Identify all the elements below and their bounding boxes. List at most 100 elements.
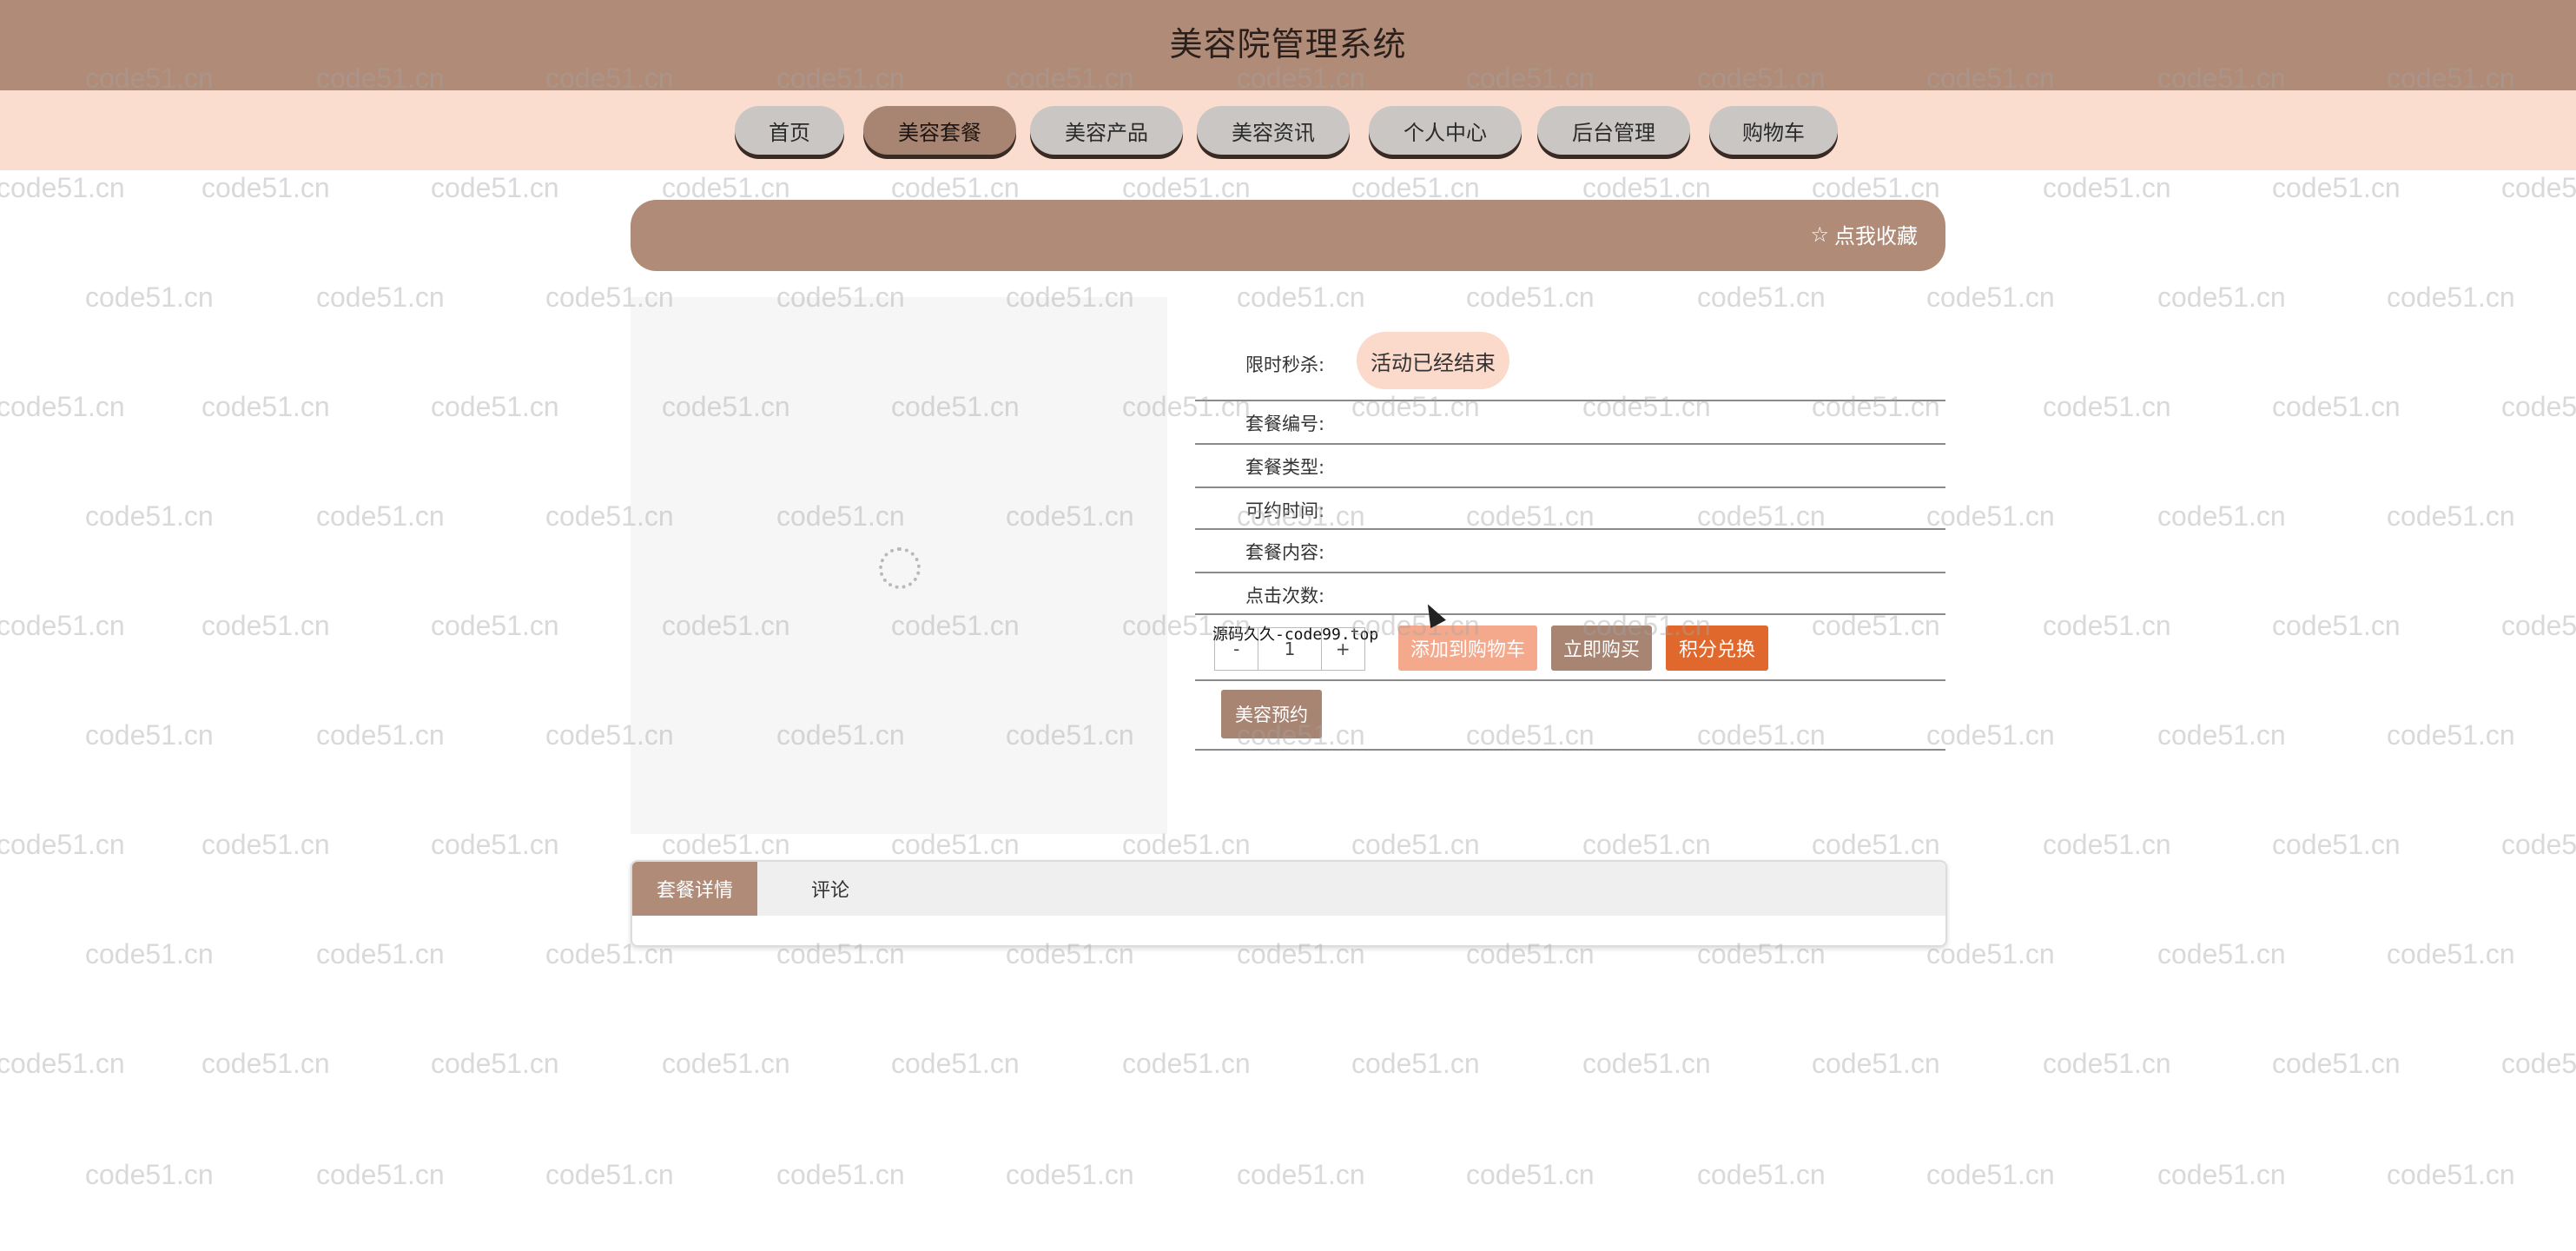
watermark: code51.cn	[316, 500, 445, 532]
watermark: code51.cn	[0, 829, 125, 860]
watermark: code51.cn	[316, 1159, 445, 1190]
watermark: code51.cn	[316, 281, 445, 313]
watermark: code51.cn	[1697, 1159, 1826, 1190]
watermark: code51.cn	[85, 500, 214, 532]
watermark: code51.cn	[85, 1159, 214, 1190]
field-label-click-count: 点击次数:	[1245, 586, 1325, 606]
site-title: 美容院管理系统	[1169, 25, 1407, 63]
watermark: code51.cn	[662, 1048, 790, 1079]
favorite-label: 点我收藏	[1834, 224, 1918, 248]
watermark: code51.cn	[1237, 281, 1365, 313]
watermark: code51.cn	[1351, 829, 1480, 860]
watermark: code51.cn	[2043, 391, 2171, 422]
watermark: code51.cn	[1351, 1048, 1480, 1079]
star-outline-icon: ☆	[1810, 222, 1829, 247]
watermark: code51.cn	[2272, 391, 2401, 422]
watermark: code51.cn	[0, 610, 125, 641]
watermark: code51.cn	[201, 391, 330, 422]
field-label-package-content: 套餐内容:	[1245, 542, 1325, 563]
watermark: code51.cn	[2501, 172, 2576, 203]
watermark: code51.cn	[2043, 610, 2171, 641]
watermark: code51.cn	[0, 172, 125, 203]
watermark: code51.cn	[85, 938, 214, 970]
watermark: code51.cn	[2157, 500, 2286, 532]
main-nav: 首页 美容套餐 美容产品 美容资讯 个人中心 后台管理 购物车	[0, 90, 2576, 170]
watermark: code51.cn	[2501, 610, 2576, 641]
watermark: code51.cn	[431, 172, 559, 203]
watermark: code51.cn	[2272, 610, 2401, 641]
detail-tabs-panel: 套餐详情 评论	[631, 860, 1947, 947]
watermark: code51.cn	[1926, 500, 2055, 532]
watermark: code51.cn	[201, 829, 330, 860]
watermark: code51.cn	[2387, 719, 2515, 751]
watermark: code51.cn	[2157, 1159, 2286, 1190]
watermark: code51.cn	[1466, 1159, 1595, 1190]
watermark: code51.cn	[2387, 281, 2515, 313]
watermark: code51.cn	[1466, 281, 1595, 313]
watermark: code51.cn	[2157, 938, 2286, 970]
buy-now-button[interactable]: 立即购买	[1551, 626, 1652, 671]
watermark: code51.cn	[431, 391, 559, 422]
watermark: code51.cn	[2501, 391, 2576, 422]
watermark: code51.cn	[201, 172, 330, 203]
watermark: code51.cn	[2387, 500, 2515, 532]
beauty-booking-button[interactable]: 美容预约	[1221, 690, 1322, 738]
field-row-available-time: 可约时间:	[1195, 488, 1945, 530]
nav-item-beauty-news[interactable]: 美容资讯	[1197, 106, 1350, 155]
flash-sale-status-badge: 活动已经结束	[1357, 332, 1509, 389]
nav-item-beauty-packages[interactable]: 美容套餐	[863, 106, 1016, 155]
watermark: code51.cn	[0, 1048, 125, 1079]
watermark: code51.cn	[2043, 172, 2171, 203]
watermark: code51.cn	[1926, 719, 2055, 751]
nav-item-personal-center[interactable]: 个人中心	[1369, 106, 1522, 155]
watermark: code51.cn	[1926, 281, 2055, 313]
nav-item-beauty-products[interactable]: 美容产品	[1030, 106, 1183, 155]
field-row-package-content: 套餐内容:	[1195, 530, 1945, 573]
add-to-cart-button[interactable]: 添加到购物车	[1398, 626, 1537, 671]
watermark: code51.cn	[316, 719, 445, 751]
field-row-package-type: 套餐类型:	[1195, 445, 1945, 488]
points-redeem-button[interactable]: 积分兑换	[1666, 626, 1768, 671]
watermark: code51.cn	[85, 719, 214, 751]
watermark: code51.cn	[2501, 829, 2576, 860]
watermark: code51.cn	[2272, 172, 2401, 203]
watermark: code51.cn	[1697, 281, 1826, 313]
watermark: code51.cn	[776, 1159, 905, 1190]
field-row-package-no: 套餐编号:	[1195, 401, 1945, 445]
field-label-package-type: 套餐类型:	[1245, 457, 1325, 478]
watermark: code51.cn	[201, 1048, 330, 1079]
tab-comments[interactable]: 评论	[775, 862, 886, 916]
watermark: code51.cn	[2157, 719, 2286, 751]
watermark: code51.cn	[1812, 1048, 1940, 1079]
watermark: code51.cn	[2043, 829, 2171, 860]
watermark: code51.cn	[1006, 1159, 1134, 1190]
field-label-available-time: 可约时间:	[1245, 500, 1325, 521]
nav-item-home[interactable]: 首页	[735, 106, 844, 155]
watermark: code51.cn	[1122, 1048, 1251, 1079]
tab-package-details[interactable]: 套餐详情	[632, 862, 757, 916]
watermark: code51.cn	[431, 829, 559, 860]
watermark: code51.cn	[1926, 1159, 2055, 1190]
watermark: code51.cn	[1237, 1159, 1365, 1190]
field-row-click-count: 点击次数:	[1195, 573, 1945, 615]
watermark: code51.cn	[2272, 829, 2401, 860]
loading-spinner-icon	[879, 547, 921, 589]
flash-sale-label: 限时秒杀:	[1245, 354, 1325, 375]
watermark: code51.cn	[0, 391, 125, 422]
watermark: code51.cn	[2387, 1159, 2515, 1190]
watermark: code51.cn	[2272, 1048, 2401, 1079]
watermark: code51.cn	[891, 1048, 1020, 1079]
watermark: code51.cn	[431, 610, 559, 641]
watermark: code51.cn	[316, 938, 445, 970]
favorite-bar: ☆ 点我收藏	[631, 200, 1945, 271]
site-header: 美容院管理系统	[0, 0, 2576, 90]
watermark: code51.cn	[2501, 1048, 2576, 1079]
nav-item-admin[interactable]: 后台管理	[1537, 106, 1690, 155]
nav-item-cart[interactable]: 购物车	[1709, 106, 1838, 155]
watermark: code51.cn	[545, 1159, 674, 1190]
source-watermark-text: 源码久久-code99.top	[1212, 626, 1379, 644]
favorite-button[interactable]: ☆ 点我收藏	[1810, 219, 1918, 249]
watermark: code51.cn	[1582, 829, 1711, 860]
flash-sale-row: 限时秒杀:	[1195, 332, 1945, 401]
watermark: code51.cn	[431, 1048, 559, 1079]
